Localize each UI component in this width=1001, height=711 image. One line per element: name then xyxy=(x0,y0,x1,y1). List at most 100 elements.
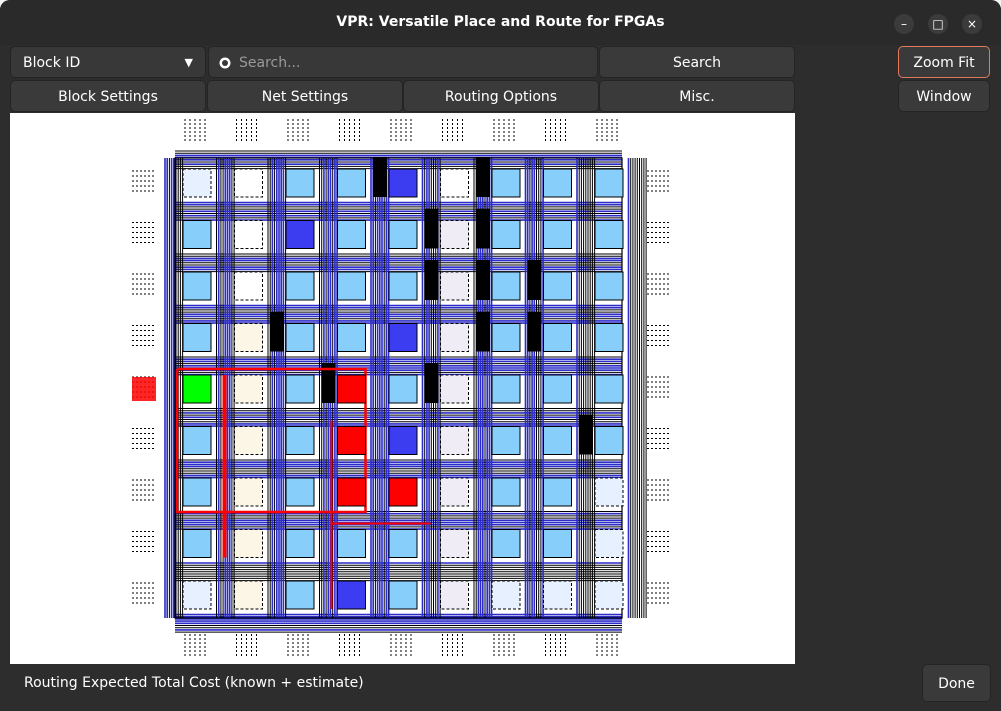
clb-tile xyxy=(440,580,469,610)
fpga-routing-view[interactable] xyxy=(10,113,795,664)
tab-misc[interactable]: Misc. xyxy=(599,80,795,112)
clb-tile xyxy=(337,374,366,404)
clb-tile xyxy=(388,580,418,610)
clb-tile xyxy=(182,580,212,610)
clb-tile xyxy=(594,426,624,455)
clb-tile xyxy=(234,580,263,610)
clb-tile xyxy=(543,220,572,249)
clb-tile xyxy=(388,374,418,404)
clb-tile xyxy=(440,271,469,301)
clb-tile xyxy=(285,477,315,507)
window-button[interactable]: Window xyxy=(898,80,990,112)
maximize-button[interactable]: □ xyxy=(928,14,948,34)
clb-tile xyxy=(285,580,315,610)
search-input[interactable]: Search... xyxy=(208,46,598,78)
clb-tile xyxy=(491,323,521,352)
clb-tile xyxy=(491,477,521,507)
clb-tile xyxy=(440,220,469,249)
tab-routing-options[interactable]: Routing Options xyxy=(403,80,599,112)
clb-tile xyxy=(337,580,366,610)
congested-region xyxy=(527,311,542,352)
clb-tile xyxy=(594,529,624,558)
clb-tile xyxy=(594,271,624,301)
clb-tile xyxy=(543,477,572,507)
close-button[interactable]: × xyxy=(962,14,982,34)
congested-region xyxy=(373,157,387,197)
fpga-canvas[interactable] xyxy=(10,113,795,664)
clb-tile xyxy=(491,220,521,249)
clb-tile xyxy=(491,271,521,301)
clb-tile xyxy=(388,477,418,507)
clb-tile xyxy=(234,529,263,558)
clb-tile xyxy=(337,477,366,507)
search-type-dropdown[interactable]: Block ID ▼ xyxy=(10,46,206,78)
clb-tile xyxy=(491,374,521,404)
clb-tile xyxy=(285,271,315,301)
congested-region xyxy=(476,260,490,300)
congested-region xyxy=(424,363,439,403)
clb-tile xyxy=(337,271,366,301)
clb-tile xyxy=(285,529,315,558)
clb-tile xyxy=(285,220,315,249)
clb-tile xyxy=(285,323,315,352)
critical-io-pad xyxy=(132,377,156,401)
clb-tile xyxy=(388,426,418,455)
clb-tile xyxy=(234,426,263,455)
congested-region xyxy=(476,157,490,197)
clb-tile xyxy=(388,529,418,558)
clb-tile xyxy=(594,477,624,507)
clb-tile xyxy=(440,168,469,198)
window-title: VPR: Versatile Place and Route for FPGAs xyxy=(336,14,665,30)
clb-tile xyxy=(337,220,366,249)
clb-tile xyxy=(440,529,469,558)
congested-region xyxy=(424,260,439,300)
clb-tile xyxy=(440,426,469,455)
clb-tile xyxy=(337,426,366,455)
clb-tile xyxy=(285,374,315,404)
app-window: VPR: Versatile Place and Route for FPGAs… xyxy=(0,0,1001,711)
clb-tile xyxy=(388,220,418,249)
clb-tile xyxy=(337,323,366,352)
clb-tile xyxy=(543,580,572,610)
clb-tile xyxy=(182,220,212,249)
clb-tile xyxy=(440,323,469,352)
clb-tile xyxy=(491,426,521,455)
clb-tile xyxy=(543,323,572,352)
tab-block-settings[interactable]: Block Settings xyxy=(10,80,206,112)
zoom-fit-button[interactable]: Zoom Fit xyxy=(898,46,990,78)
tab-net-settings[interactable]: Net Settings xyxy=(207,80,403,112)
clb-tile xyxy=(182,426,212,455)
congested-region xyxy=(527,260,542,300)
clb-tile xyxy=(594,580,624,610)
clb-tile xyxy=(543,168,572,198)
clb-tile xyxy=(594,374,624,404)
done-button[interactable]: Done xyxy=(922,664,991,702)
search-placeholder: Search... xyxy=(239,55,301,71)
status-bar: Routing Expected Total Cost (known + est… xyxy=(0,664,1001,711)
congested-region xyxy=(476,311,490,352)
clb-tile xyxy=(388,271,418,301)
clb-tile xyxy=(543,271,572,301)
clb-tile xyxy=(182,374,212,404)
clb-tile xyxy=(543,426,572,455)
clb-tile xyxy=(440,374,469,404)
clb-tile xyxy=(182,323,212,352)
clb-tile xyxy=(388,323,418,352)
clb-tile xyxy=(182,529,212,558)
clb-tile xyxy=(182,168,212,198)
minimize-button[interactable]: – xyxy=(894,14,914,34)
clb-tile xyxy=(234,271,263,301)
search-icon xyxy=(217,47,233,79)
clb-tile xyxy=(234,168,263,198)
congested-region xyxy=(270,311,284,352)
clb-tile xyxy=(285,168,315,198)
clb-tile xyxy=(594,220,624,249)
clb-tile xyxy=(491,580,521,610)
clb-tile xyxy=(337,529,366,558)
clb-tile xyxy=(234,477,263,507)
clb-tile xyxy=(491,168,521,198)
clb-tile xyxy=(491,529,521,558)
chevron-down-icon: ▼ xyxy=(184,56,193,69)
search-button[interactable]: Search xyxy=(599,46,795,78)
clb-tile xyxy=(285,426,315,455)
